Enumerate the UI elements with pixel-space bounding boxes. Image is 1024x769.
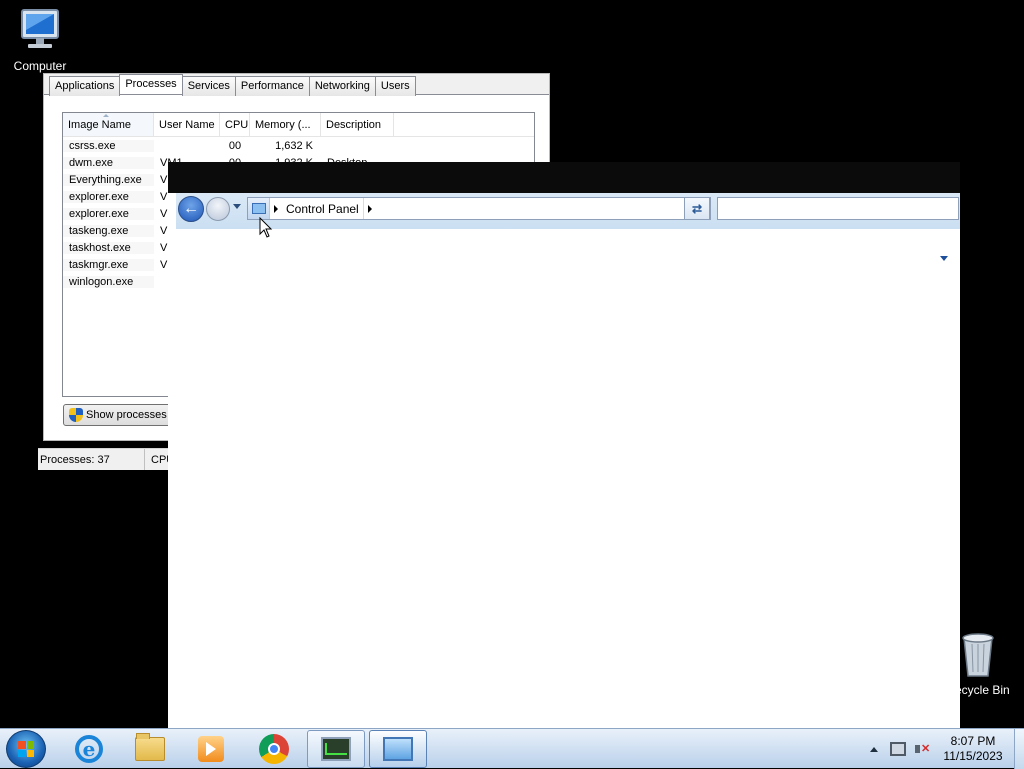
status-processes-count: Processes: 37 bbox=[38, 449, 145, 470]
back-button[interactable]: ← bbox=[178, 196, 204, 222]
desktop-icon-computer[interactable]: Computer bbox=[0, 6, 80, 73]
refresh-button[interactable]: ⇄ bbox=[684, 197, 710, 220]
cell-image-name: explorer.exe bbox=[63, 207, 154, 220]
task-manager-tabs: Applications Processes Services Performa… bbox=[49, 74, 416, 96]
cell-image-name: csrss.exe bbox=[63, 139, 154, 152]
back-arrow-icon: ← bbox=[183, 200, 199, 217]
control-panel-icon bbox=[248, 198, 270, 219]
internet-explorer-icon: e bbox=[75, 735, 103, 763]
column-header-cpu[interactable]: CPU bbox=[220, 113, 250, 136]
control-panel-icon bbox=[383, 737, 413, 761]
table-row[interactable]: csrss.exe 00 1,632 K bbox=[63, 137, 534, 154]
navigation-bar: ← Control Panel ⇄ bbox=[176, 193, 960, 229]
tab-networking[interactable]: Networking bbox=[308, 76, 376, 96]
computer-icon bbox=[21, 9, 59, 48]
cell-image-name: explorer.exe bbox=[63, 190, 154, 203]
taskbar-media-player[interactable] bbox=[182, 730, 240, 768]
taskbar-google-chrome[interactable] bbox=[245, 730, 303, 768]
column-header-description[interactable]: Description bbox=[321, 113, 394, 136]
show-processes-label: Show processes bbox=[86, 409, 167, 421]
taskbar-task-manager[interactable] bbox=[307, 730, 365, 768]
taskbar: e 8:07 PM 11/15/2023 bbox=[0, 728, 1024, 769]
volume-muted-icon[interactable] bbox=[914, 742, 930, 756]
process-list-header: Image Name User Name CPU Memory (... Des… bbox=[63, 113, 534, 137]
windows-logo-icon bbox=[18, 741, 34, 757]
breadcrumb-chevron-icon[interactable] bbox=[364, 204, 376, 213]
search-input[interactable] bbox=[717, 197, 959, 220]
show-hidden-icons-chevron-icon[interactable] bbox=[870, 746, 878, 752]
tab-processes[interactable]: Processes bbox=[119, 74, 183, 94]
cell-image-name: taskhost.exe bbox=[63, 241, 154, 254]
folder-icon bbox=[135, 733, 165, 761]
control-panel-window: ← Control Panel ⇄ bbox=[168, 162, 960, 728]
control-panel-content bbox=[176, 229, 960, 728]
taskbar-windows-explorer[interactable] bbox=[121, 730, 179, 768]
uac-shield-icon bbox=[69, 408, 83, 422]
cell-image-name: taskmgr.exe bbox=[63, 258, 154, 271]
tab-performance[interactable]: Performance bbox=[234, 76, 310, 96]
sort-ascending-icon bbox=[103, 114, 109, 117]
breadcrumb-separator-chevron-icon[interactable] bbox=[270, 204, 282, 213]
chrome-icon bbox=[259, 734, 289, 764]
column-header-image-name[interactable]: Image Name bbox=[63, 113, 154, 136]
mouse-cursor-icon bbox=[259, 217, 273, 238]
network-icon[interactable] bbox=[890, 742, 906, 756]
tab-users[interactable]: Users bbox=[374, 76, 416, 96]
cell-image-name: Everything.exe bbox=[63, 173, 154, 186]
column-header-memory[interactable]: Memory (... bbox=[250, 113, 321, 136]
view-options-dropdown-icon[interactable] bbox=[940, 256, 948, 261]
recycle-bin-icon bbox=[962, 633, 994, 677]
show-processes-button[interactable]: Show processes bbox=[63, 404, 183, 426]
clock-date: 11/15/2023 bbox=[943, 749, 1003, 763]
address-bar[interactable]: Control Panel bbox=[247, 197, 711, 220]
recent-pages-dropdown[interactable] bbox=[233, 204, 241, 209]
cell-image-name: winlogon.exe bbox=[63, 275, 154, 288]
notification-area: 8:07 PM 11/15/2023 bbox=[864, 729, 1008, 769]
column-header-user-name[interactable]: User Name bbox=[154, 113, 220, 136]
refresh-icon: ⇄ bbox=[691, 201, 703, 216]
forward-button[interactable] bbox=[206, 197, 230, 221]
cell-cpu: 00 bbox=[228, 139, 242, 152]
cell-image-name: dwm.exe bbox=[63, 156, 154, 169]
tab-applications[interactable]: Applications bbox=[49, 76, 121, 96]
cell-memory: 1,632 K bbox=[275, 139, 313, 152]
media-player-icon bbox=[198, 736, 224, 762]
column-header-filler bbox=[394, 113, 534, 136]
window-title-bar[interactable] bbox=[168, 162, 960, 193]
taskbar-internet-explorer[interactable]: e bbox=[60, 730, 118, 768]
breadcrumb-control-panel[interactable]: Control Panel bbox=[282, 198, 364, 219]
clock[interactable]: 8:07 PM 11/15/2023 bbox=[938, 734, 1008, 764]
show-desktop-button[interactable] bbox=[1014, 729, 1024, 769]
start-button[interactable] bbox=[6, 730, 46, 768]
clock-time: 8:07 PM bbox=[950, 734, 996, 748]
taskbar-control-panel[interactable] bbox=[369, 730, 427, 768]
task-manager-icon bbox=[321, 737, 351, 761]
cell-image-name: taskeng.exe bbox=[63, 224, 154, 237]
desktop-icon-label: Computer bbox=[13, 59, 67, 73]
window-left-border bbox=[168, 193, 176, 728]
tab-services[interactable]: Services bbox=[181, 76, 236, 96]
